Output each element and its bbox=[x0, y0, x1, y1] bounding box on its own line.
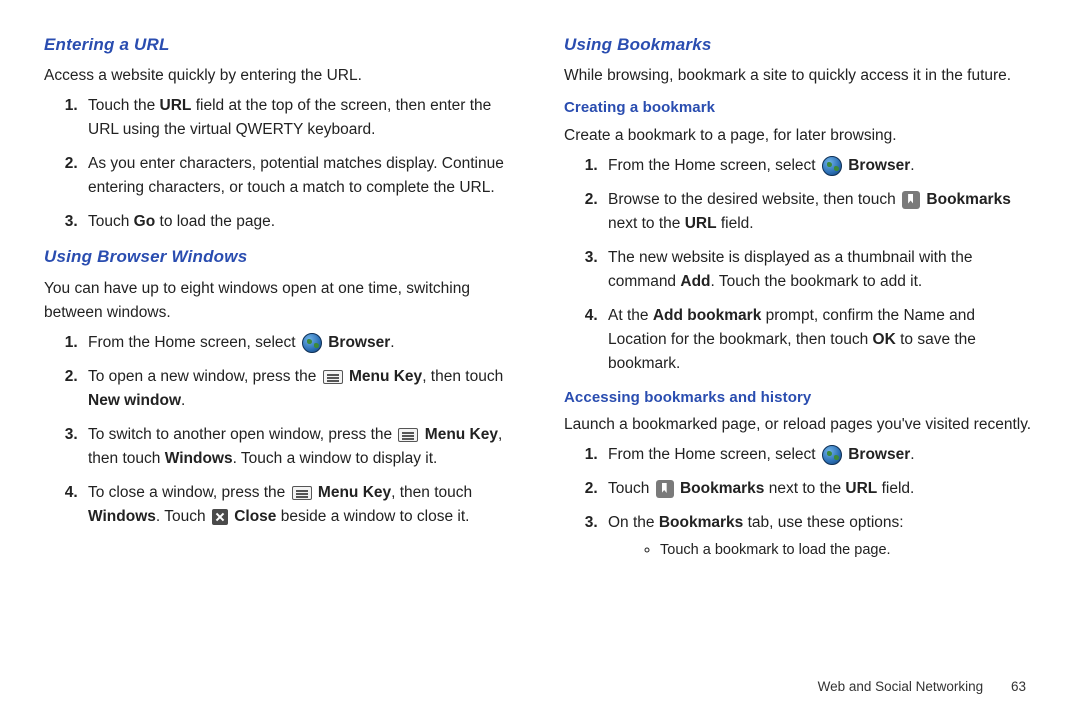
bold: URL bbox=[845, 480, 877, 497]
bold: Bookmarks bbox=[926, 191, 1010, 208]
step: To close a window, press the Menu Key, t… bbox=[82, 481, 516, 529]
bold: Menu Key bbox=[425, 426, 498, 443]
step: Browse to the desired website, then touc… bbox=[602, 188, 1036, 236]
text: To open a new window, press the bbox=[88, 368, 321, 385]
intro-text: Create a bookmark to a page, for later b… bbox=[564, 124, 1036, 148]
heading-entering-url: Entering a URL bbox=[44, 32, 516, 58]
menu-key-icon bbox=[398, 428, 418, 442]
text: On the bbox=[608, 514, 659, 531]
globe-icon bbox=[822, 445, 842, 465]
step: On the Bookmarks tab, use these options:… bbox=[602, 511, 1036, 561]
bold: Browser bbox=[328, 334, 390, 351]
text: beside a window to close it. bbox=[276, 508, 469, 525]
text: Touch bbox=[608, 480, 654, 497]
intro-text: Launch a bookmarked page, or reload page… bbox=[564, 413, 1036, 437]
bold: Add bookmark bbox=[653, 307, 762, 324]
text: . Touch bbox=[156, 508, 210, 525]
page-footer: Web and Social Networking 63 bbox=[818, 677, 1026, 698]
text: From the Home screen, select bbox=[88, 334, 300, 351]
text: Browse to the desired website, then touc… bbox=[608, 191, 900, 208]
text: next to the bbox=[608, 215, 685, 232]
text: . bbox=[390, 334, 394, 351]
text: . bbox=[910, 157, 914, 174]
text: . Touch the bookmark to add it. bbox=[711, 273, 923, 290]
section-name: Web and Social Networking bbox=[818, 679, 984, 694]
bookmark-icon bbox=[656, 480, 674, 498]
text: From the Home screen, select bbox=[608, 157, 820, 174]
text: . bbox=[181, 392, 185, 409]
close-icon bbox=[212, 509, 228, 525]
manual-page: Entering a URL Access a website quickly … bbox=[0, 0, 1080, 592]
text: From the Home screen, select bbox=[608, 446, 820, 463]
text: Touch bbox=[88, 213, 134, 230]
bold: Menu Key bbox=[318, 484, 391, 501]
bullet-item: Touch a bookmark to load the page. bbox=[660, 539, 1036, 561]
subheading-creating-bookmark: Creating a bookmark bbox=[564, 96, 1036, 119]
intro-text: Access a website quickly by entering the… bbox=[44, 64, 516, 88]
intro-text: While browsing, bookmark a site to quick… bbox=[564, 64, 1036, 88]
globe-icon bbox=[302, 333, 322, 353]
text: To switch to another open window, press … bbox=[88, 426, 396, 443]
steps-windows: From the Home screen, select Browser. To… bbox=[44, 331, 516, 529]
steps-entering-url: Touch the URL field at the top of the sc… bbox=[44, 94, 516, 234]
left-column: Entering a URL Access a website quickly … bbox=[44, 32, 516, 572]
bold: Go bbox=[134, 213, 156, 230]
text: Touch the bbox=[88, 97, 160, 114]
text: field. bbox=[877, 480, 914, 497]
page-number: 63 bbox=[1011, 679, 1026, 694]
bold: Windows bbox=[165, 450, 233, 467]
menu-key-icon bbox=[323, 370, 343, 384]
bold: Windows bbox=[88, 508, 156, 525]
step: From the Home screen, select Browser. bbox=[602, 443, 1036, 467]
bookmark-icon bbox=[902, 191, 920, 209]
heading-using-bookmarks: Using Bookmarks bbox=[564, 32, 1036, 58]
bold: Add bbox=[680, 273, 710, 290]
step: From the Home screen, select Browser. bbox=[602, 154, 1036, 178]
step: The new website is displayed as a thumbn… bbox=[602, 246, 1036, 294]
bold: Bookmarks bbox=[680, 480, 764, 497]
text: To close a window, press the bbox=[88, 484, 290, 501]
text: field. bbox=[717, 215, 754, 232]
bold: Browser bbox=[848, 157, 910, 174]
bold: Browser bbox=[848, 446, 910, 463]
bold: Menu Key bbox=[349, 368, 422, 385]
menu-key-icon bbox=[292, 486, 312, 500]
bold: URL bbox=[160, 97, 192, 114]
step: To switch to another open window, press … bbox=[82, 423, 516, 471]
text: to load the page. bbox=[155, 213, 275, 230]
heading-browser-windows: Using Browser Windows bbox=[44, 244, 516, 270]
bold: Bookmarks bbox=[659, 514, 743, 531]
step: To open a new window, press the Menu Key… bbox=[82, 365, 516, 413]
text: , then touch bbox=[422, 368, 503, 385]
step: As you enter characters, potential match… bbox=[82, 152, 516, 200]
bullet-list: Touch a bookmark to load the page. bbox=[608, 539, 1036, 561]
globe-icon bbox=[822, 156, 842, 176]
step: At the Add bookmark prompt, confirm the … bbox=[602, 304, 1036, 376]
subheading-accessing-bookmarks: Accessing bookmarks and history bbox=[564, 386, 1036, 409]
bold: New window bbox=[88, 392, 181, 409]
text: At the bbox=[608, 307, 653, 324]
right-column: Using Bookmarks While browsing, bookmark… bbox=[564, 32, 1036, 572]
intro-text: You can have up to eight windows open at… bbox=[44, 277, 516, 325]
bold: Close bbox=[234, 508, 276, 525]
bold: URL bbox=[685, 215, 717, 232]
step: From the Home screen, select Browser. bbox=[82, 331, 516, 355]
steps-create-bookmark: From the Home screen, select Browser. Br… bbox=[564, 154, 1036, 376]
text: next to the bbox=[764, 480, 845, 497]
text: . Touch a window to display it. bbox=[233, 450, 438, 467]
text: . bbox=[910, 446, 914, 463]
step: Touch Bookmarks next to the URL field. bbox=[602, 477, 1036, 501]
text: , then touch bbox=[391, 484, 472, 501]
bold: OK bbox=[873, 331, 896, 348]
steps-access-bookmarks: From the Home screen, select Browser. To… bbox=[564, 443, 1036, 562]
step: Touch the URL field at the top of the sc… bbox=[82, 94, 516, 142]
step: Touch Go to load the page. bbox=[82, 210, 516, 234]
text: tab, use these options: bbox=[743, 514, 903, 531]
